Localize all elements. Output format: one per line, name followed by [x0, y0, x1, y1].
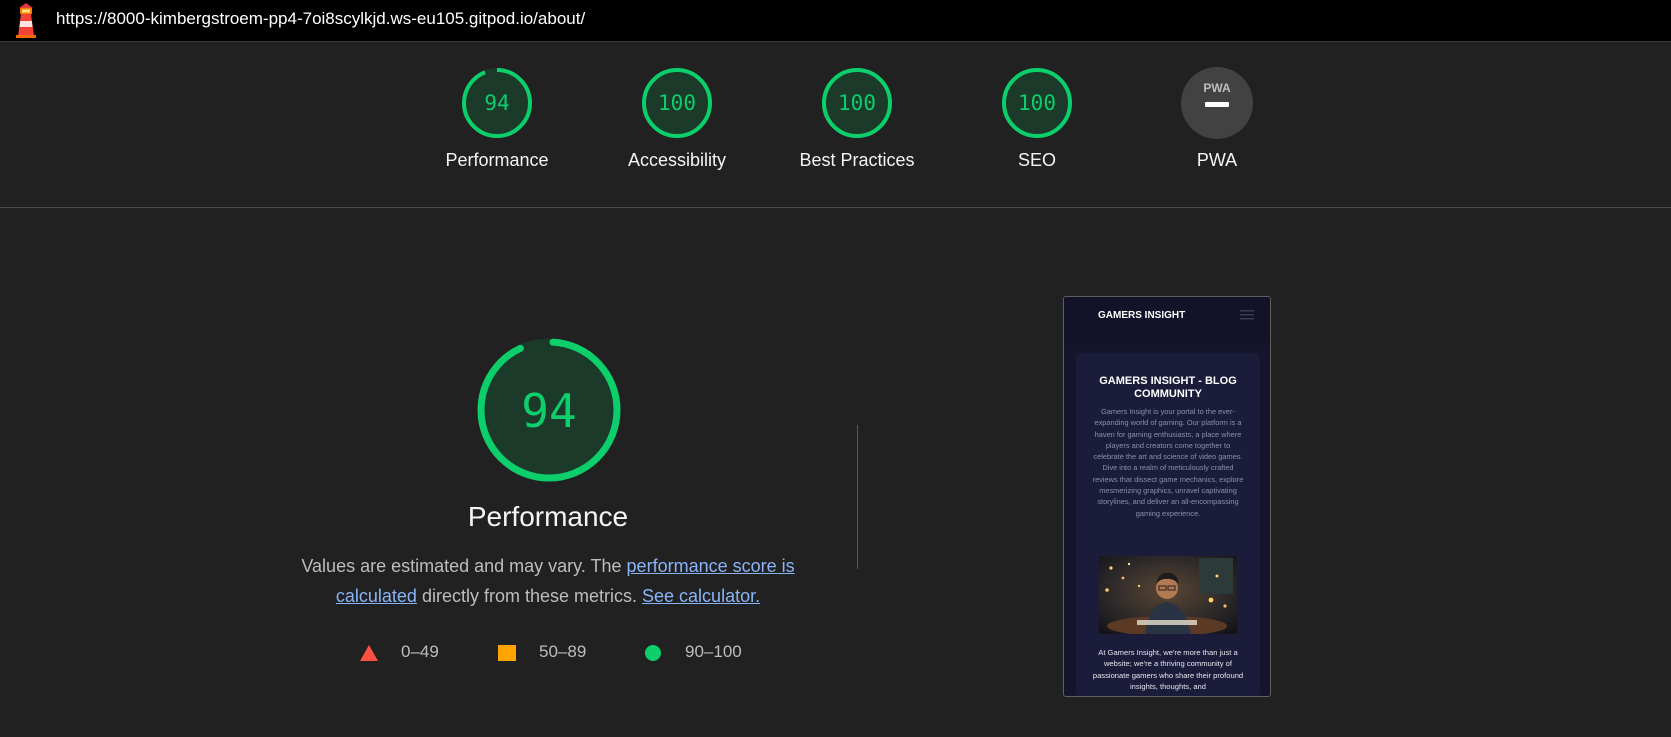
- gauge-performance[interactable]: 94 Performance: [427, 66, 567, 171]
- performance-gauge-ring: 94: [462, 68, 532, 138]
- screenshot-card: GAMERS INSIGHT - BLOG COMMUNITY Gamers I…: [1076, 353, 1260, 696]
- vertical-divider: [857, 425, 858, 569]
- performance-section: 94 Performance Values are estimated and …: [0, 209, 1671, 737]
- performance-description: Values are estimated and may vary. The p…: [288, 551, 808, 611]
- performance-big-gauge: 94: [477, 338, 621, 482]
- accessibility-label: Accessibility: [627, 150, 727, 170]
- desc-prefix: Values are estimated and may vary. The: [301, 556, 627, 576]
- legend-label-pass: 90–100: [685, 642, 742, 661]
- gamer-photo-image: [1099, 556, 1237, 634]
- category-gauges: 94 Performance 100 Accessibility 100 Bes…: [0, 42, 1671, 208]
- circle-icon: [645, 645, 661, 661]
- accessibility-score: 100: [658, 91, 696, 115]
- url-text[interactable]: https://8000-kimbergstroem-pp4-7oi8scylk…: [56, 9, 585, 29]
- gauge-seo[interactable]: 100 SEO: [967, 66, 1107, 171]
- screenshot-footer-text: At Gamers Insight, we're more than just …: [1092, 648, 1244, 691]
- gauge-best-practices[interactable]: 100 Best Practices: [787, 66, 927, 171]
- address-bar: https://8000-kimbergstroem-pp4-7oi8scylk…: [0, 0, 1671, 42]
- screenshot-brand: GAMERS INSIGHT: [1098, 310, 1186, 321]
- pwa-label: PWA: [1196, 150, 1238, 170]
- accessibility-gauge-ring: 100: [642, 68, 712, 138]
- best-practices-label: Best Practices: [799, 150, 915, 170]
- hamburger-menu-icon: [1240, 310, 1254, 320]
- square-icon: [498, 645, 516, 661]
- seo-score: 100: [1018, 91, 1056, 115]
- seo-label: SEO: [1017, 150, 1056, 170]
- page-screenshot-thumbnail[interactable]: GAMERS INSIGHT GAMERS INSIGHT - BLOG COM…: [1063, 296, 1271, 697]
- screenshot-body-text: Gamers Insight is your portal to the eve…: [1092, 407, 1244, 518]
- performance-title: Performance: [467, 501, 629, 532]
- lighthouse-icon: [16, 3, 36, 38]
- desc-middle: directly from these metrics.: [416, 586, 643, 606]
- triangle-icon: [360, 645, 378, 661]
- gauge-pwa[interactable]: PWA PWA: [1147, 66, 1287, 171]
- see-calculator-link[interactable]: See calculator.: [642, 586, 760, 606]
- performance-score: 94: [484, 91, 509, 115]
- pwa-badge-icon: PWA: [1181, 67, 1253, 139]
- best-practices-gauge-ring: 100: [822, 68, 892, 138]
- performance-big-score: 94: [521, 384, 576, 438]
- screenshot-title: GAMERS INSIGHT - BLOG COMMUNITY: [1099, 375, 1237, 400]
- gauge-accessibility[interactable]: 100 Accessibility: [607, 66, 747, 171]
- screenshot-navbar: GAMERS INSIGHT: [1064, 297, 1270, 343]
- seo-gauge-ring: 100: [1002, 68, 1072, 138]
- legend-label-fail: 0–49: [401, 642, 439, 661]
- legend-label-average: 50–89: [539, 642, 587, 661]
- pwa-badge-text: PWA: [1203, 81, 1231, 95]
- best-practices-score: 100: [838, 91, 876, 115]
- performance-label: Performance: [445, 150, 549, 170]
